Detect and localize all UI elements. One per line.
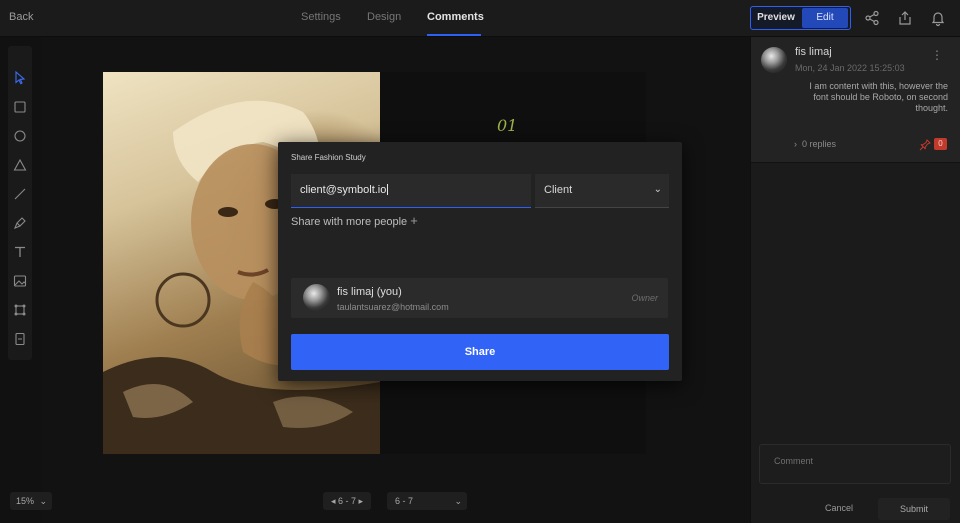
user-role: Owner (631, 293, 658, 303)
role-select[interactable]: Client ⌄ (535, 174, 669, 208)
more-vertical-icon[interactable]: ⋮ (931, 48, 943, 62)
page-range-value: 6 - 7 (395, 496, 414, 506)
page-range-select[interactable]: 6 - 7 ⌄ (387, 492, 467, 510)
avatar (303, 284, 330, 311)
chevron-down-icon: ⌄ (39, 496, 47, 506)
tab-settings[interactable]: Settings (301, 11, 341, 23)
page-pager[interactable]: ◂ 6 - 7 ▸ (323, 492, 371, 510)
share-more-label: Share with more people (291, 216, 408, 228)
comment-text: I am content with this, however the font… (809, 81, 948, 113)
circle-icon[interactable] (12, 128, 28, 144)
share-more-people-button[interactable]: Share with more people + (291, 213, 418, 228)
pager-value: 6 - 7 (337, 496, 356, 506)
share-button[interactable]: Share (291, 334, 669, 370)
page-icon[interactable] (12, 331, 28, 347)
tool-palette (8, 46, 32, 360)
pin-icon[interactable] (919, 138, 931, 151)
comment-card[interactable]: fis limaj Mon, 24 Jan 2022 15:25:03 ⋮ I … (751, 37, 960, 163)
top-bar: Back Settings Design Comments Preview Ed… (0, 0, 960, 37)
comment-input[interactable]: Comment (759, 444, 951, 484)
replies-toggle[interactable]: › 0 replies (794, 139, 836, 149)
plus-icon: + (410, 213, 418, 228)
user-name: fis limaj (you) (337, 286, 402, 298)
active-tab-indicator (427, 34, 481, 36)
rectangle-icon[interactable] (12, 99, 28, 115)
export-icon[interactable] (896, 9, 914, 27)
comment-count-badge: 0 (934, 138, 947, 150)
shared-user-row: fis limaj (you) taulantsuarez@hotmail.co… (291, 278, 668, 318)
share-dialog: Share Fashion Study client@symbolt.io Cl… (278, 142, 682, 381)
tab-design[interactable]: Design (367, 11, 401, 23)
page-number: 01 (497, 116, 518, 135)
cancel-button[interactable]: Cancel (825, 503, 853, 513)
avatar (761, 47, 787, 73)
pointer-icon[interactable] (12, 70, 28, 86)
email-value: client@symbolt.io (300, 184, 387, 196)
zoom-value: 15% (16, 496, 35, 506)
edit-button[interactable]: Edit (802, 8, 848, 28)
submit-button[interactable]: Submit (878, 498, 950, 520)
text-icon[interactable] (12, 244, 28, 260)
comment-author: fis limaj (795, 46, 832, 58)
share-nodes-icon[interactable] (863, 9, 881, 27)
mode-toggle: Preview Edit (750, 6, 851, 30)
next-page-icon[interactable]: ▸ (359, 496, 364, 506)
chevron-down-icon: ⌄ (454, 496, 462, 506)
text-caret (387, 184, 389, 195)
zoom-select[interactable]: 15% ⌄ (10, 492, 52, 510)
prev-page-icon[interactable]: ◂ (331, 496, 336, 506)
back-button[interactable]: Back (9, 11, 33, 23)
replies-label: 0 replies (802, 139, 837, 149)
comments-panel: fis limaj Mon, 24 Jan 2022 15:25:03 ⋮ I … (750, 37, 960, 523)
comment-date: Mon, 24 Jan 2022 15:25:03 (795, 63, 905, 73)
bell-icon[interactable] (929, 9, 947, 27)
line-icon[interactable] (12, 186, 28, 202)
tab-comments[interactable]: Comments (427, 11, 484, 23)
preview-button[interactable]: Preview (751, 7, 801, 29)
triangle-icon[interactable] (12, 157, 28, 173)
component-icon[interactable] (12, 302, 28, 318)
chevron-down-icon: ⌄ (653, 184, 662, 195)
chevron-right-icon: › (794, 139, 797, 149)
pen-icon[interactable] (12, 215, 28, 231)
dialog-title: Share Fashion Study (291, 153, 366, 162)
image-icon[interactable] (12, 273, 28, 289)
role-value: Client (544, 184, 573, 196)
user-email: taulantsuarez@hotmail.com (337, 302, 449, 312)
email-input[interactable]: client@symbolt.io (291, 174, 531, 208)
